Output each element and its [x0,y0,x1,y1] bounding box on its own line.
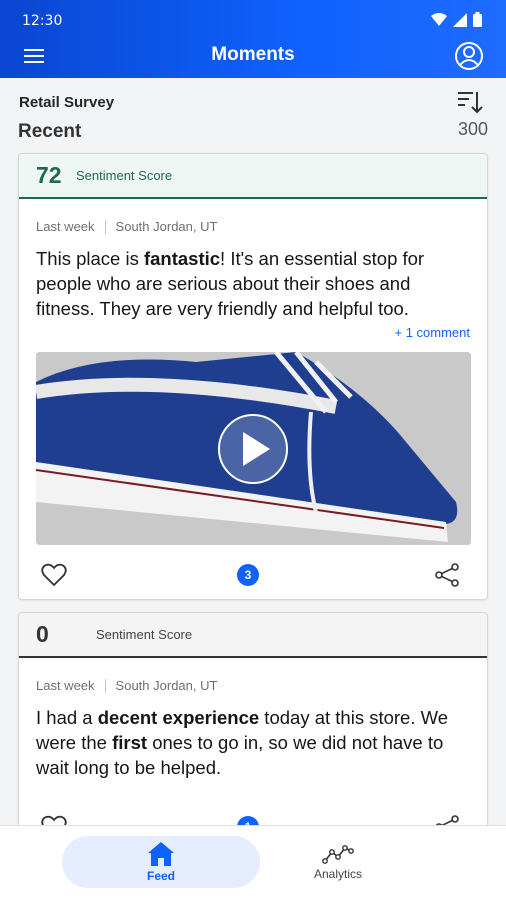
section-header: Retail Survey Recent 300 [0,78,506,154]
bottom-nav: Feed Analytics [0,825,506,900]
battery-icon [473,12,482,27]
wifi-icon [431,12,447,26]
status-icons [431,12,482,27]
sentiment-score-bar: 0 Sentiment Score [19,613,487,658]
moment-location: South Jordan, UT [115,678,218,693]
sentiment-score-bar: 72 Sentiment Score [19,154,487,199]
count-badge[interactable]: 3 [237,564,259,586]
meta-divider [104,219,106,234]
moment-time: Last week [36,678,95,693]
page-title: Moments [211,44,295,65]
home-icon [148,842,174,866]
moment-location: South Jordan, UT [115,219,218,234]
sentiment-score-label: Sentiment Score [76,168,173,183]
status-bar: 12:30 [0,0,506,40]
card-actions: 3 [19,551,487,599]
moment-meta: Last week South Jordan, UT [19,658,487,693]
result-count: 300 [457,119,488,139]
top-bar: Moments [0,36,506,76]
share-icon[interactable] [435,563,459,587]
nav-analytics[interactable]: Analytics [239,836,437,888]
nav-feed-label: Feed [146,869,175,883]
recent-label: Recent [18,121,82,142]
app-header: 12:30 Moments [0,0,506,78]
moment-video[interactable] [36,352,471,545]
meta-divider [104,678,106,693]
sentiment-score-value: 72 [36,162,62,188]
nav-feed[interactable]: Feed [62,836,260,888]
heart-icon[interactable] [41,563,67,587]
signal-icon [453,12,467,27]
moment-text: This place is fantastic! It's an essenti… [36,248,425,319]
sentiment-score-label: Sentiment Score [96,627,193,642]
moment-meta: Last week South Jordan, UT [19,199,487,234]
status-time: 12:30 [22,13,63,29]
analytics-icon [322,845,354,864]
moment-time: Last week [36,219,95,234]
sort-icon[interactable] [456,88,484,116]
survey-name: Retail Survey [19,94,115,111]
profile-icon[interactable] [454,41,484,71]
play-icon[interactable] [218,414,288,484]
nav-analytics-label: Analytics [313,867,363,881]
comment-link[interactable]: + 1 comment [19,321,487,340]
moment-text: I had a decent experience today at this … [36,707,449,778]
sentiment-score-value: 0 [36,621,49,647]
moment-card[interactable]: 72 Sentiment Score Last week South Jorda… [18,153,488,600]
